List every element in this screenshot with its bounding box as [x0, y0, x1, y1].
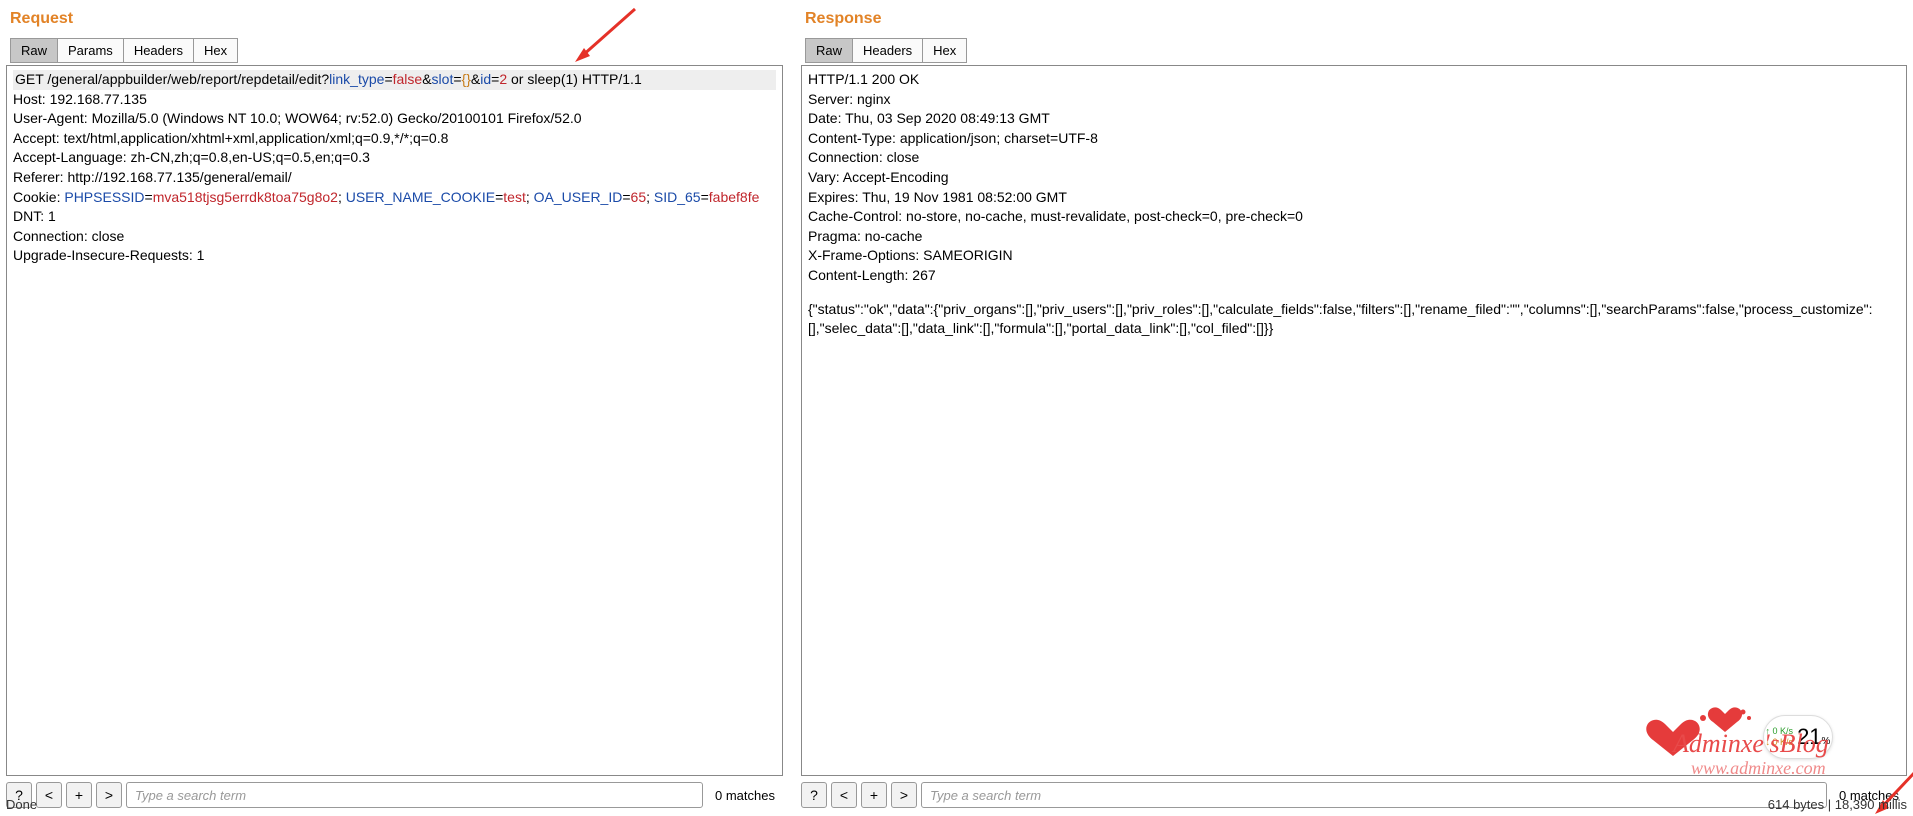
add-button[interactable]: +: [861, 782, 887, 808]
tab-headers[interactable]: Headers: [123, 38, 194, 63]
response-footer: ? < + > 0 matches: [801, 780, 1907, 810]
response-line: HTTP/1.1 200 OK: [808, 70, 1900, 90]
prev-match-button[interactable]: <: [36, 782, 62, 808]
response-pane: Response Raw Headers Hex HTTP/1.1 200 OK…: [795, 0, 1913, 814]
help-button[interactable]: ?: [801, 782, 827, 808]
tab-headers[interactable]: Headers: [852, 38, 923, 63]
request-title: Request: [10, 10, 779, 28]
next-match-button[interactable]: >: [96, 782, 122, 808]
response-match-count: 0 matches: [1831, 784, 1907, 807]
add-button[interactable]: +: [66, 782, 92, 808]
param-key: link_type: [329, 71, 384, 87]
response-body: {"status":"ok","data":{"priv_organs":[],…: [808, 300, 1900, 339]
param-key: id: [480, 71, 491, 87]
request-search-input[interactable]: [126, 782, 703, 808]
header-line: User-Agent: Mozilla/5.0 (Windows NT 10.0…: [13, 109, 776, 129]
sql-injection-text: or sleep(1): [507, 71, 578, 87]
header-line: Connection: close: [13, 227, 776, 247]
header-cookie: Cookie: PHPSESSID=mva518tjsg5errdk8toa75…: [13, 188, 776, 208]
param-val: false: [393, 71, 423, 87]
request-pane: Request Raw Params Headers Hex GET /gene…: [0, 0, 795, 814]
prev-match-button[interactable]: <: [831, 782, 857, 808]
response-line: Content-Type: application/json; charset=…: [808, 129, 1900, 149]
tab-raw[interactable]: Raw: [805, 38, 853, 63]
request-content[interactable]: GET /general/appbuilder/web/report/repde…: [6, 65, 783, 776]
param-val: {}: [462, 71, 471, 87]
header-line: Accept-Language: zh-CN,zh;q=0.8,en-US;q=…: [13, 148, 776, 168]
response-line: Server: nginx: [808, 90, 1900, 110]
tab-params[interactable]: Params: [57, 38, 124, 63]
http-method: GET: [15, 71, 47, 87]
response-line: X-Frame-Options: SAMEORIGIN: [808, 246, 1900, 266]
tab-hex[interactable]: Hex: [193, 38, 238, 63]
response-line: Connection: close: [808, 148, 1900, 168]
response-line: Vary: Accept-Encoding: [808, 168, 1900, 188]
header-line: Host: 192.168.77.135: [13, 90, 776, 110]
response-line: Content-Length: 267: [808, 266, 1900, 286]
request-tab-row: Raw Params Headers Hex: [6, 38, 783, 63]
tab-raw[interactable]: Raw: [10, 38, 58, 63]
next-match-button[interactable]: >: [891, 782, 917, 808]
http-path: /general/appbuilder/web/report/repdetail…: [47, 71, 329, 87]
request-match-count: 0 matches: [707, 784, 783, 807]
request-footer: ? < + > 0 matches: [6, 780, 783, 810]
header-line: Upgrade-Insecure-Requests: 1: [13, 246, 776, 266]
response-line: Date: Thu, 03 Sep 2020 08:49:13 GMT: [808, 109, 1900, 129]
app-root: Request Raw Params Headers Hex GET /gene…: [0, 0, 1913, 814]
response-search-input[interactable]: [921, 782, 1827, 808]
response-tab-row: Raw Headers Hex: [801, 38, 1907, 63]
header-line: Accept: text/html,application/xhtml+xml,…: [13, 129, 776, 149]
help-button[interactable]: ?: [6, 782, 32, 808]
param-val: 2: [499, 71, 507, 87]
header-line: Referer: http://192.168.77.135/general/e…: [13, 168, 776, 188]
response-content[interactable]: HTTP/1.1 200 OK Server: nginx Date: Thu,…: [801, 65, 1907, 776]
http-proto: HTTP/1.1: [578, 71, 642, 87]
response-line: Cache-Control: no-store, no-cache, must-…: [808, 207, 1900, 227]
response-line: Pragma: no-cache: [808, 227, 1900, 247]
response-title: Response: [805, 10, 1903, 28]
request-first-line: GET /general/appbuilder/web/report/repde…: [13, 70, 776, 90]
param-key: slot: [432, 71, 454, 87]
header-line: DNT: 1: [13, 207, 776, 227]
response-line: Expires: Thu, 19 Nov 1981 08:52:00 GMT: [808, 188, 1900, 208]
tab-hex[interactable]: Hex: [922, 38, 967, 63]
